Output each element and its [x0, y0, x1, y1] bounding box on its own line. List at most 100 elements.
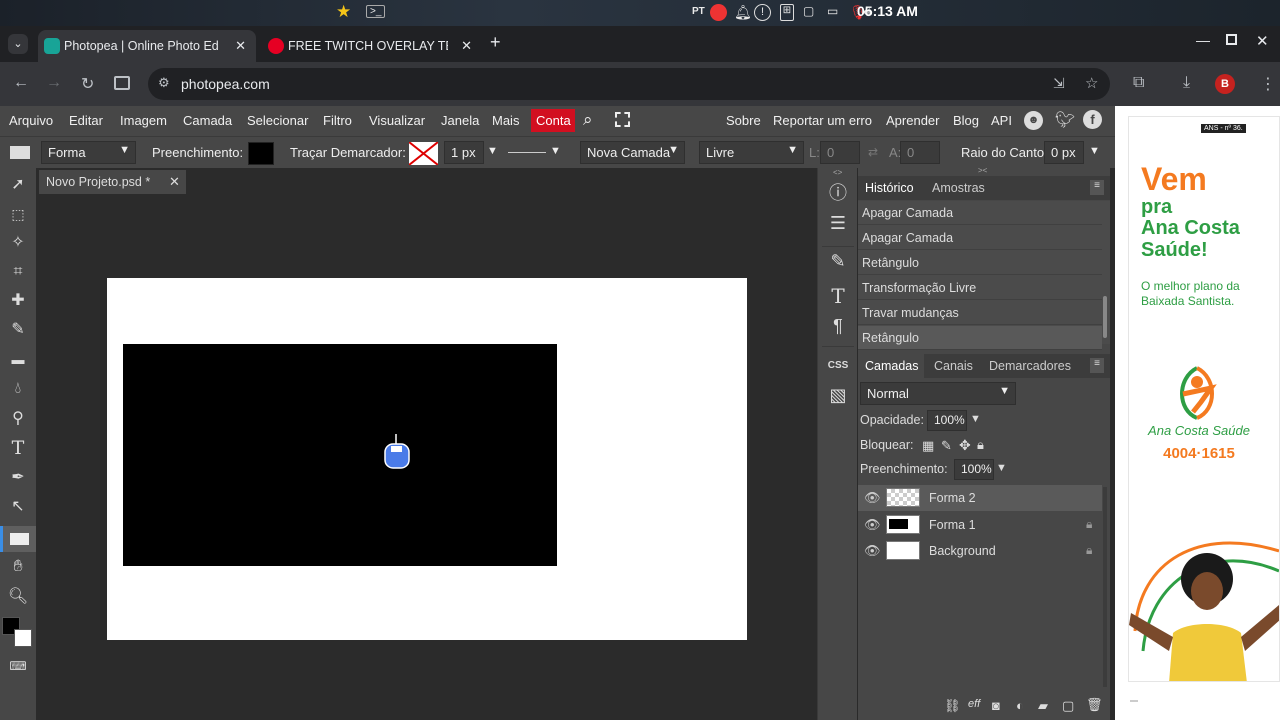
layer-mode-select[interactable]: Nova Camada ▼	[580, 141, 685, 164]
history-item-current[interactable]: Retângulo	[858, 326, 1102, 350]
lock-pixels-icon[interactable]: ✎	[941, 438, 952, 454]
path-select-tool-icon[interactable]: ↖	[7, 496, 29, 518]
lock-position-icon[interactable]: ✥	[959, 437, 971, 454]
dodge-tool-icon[interactable]: ⚲	[7, 408, 29, 430]
menu-janela[interactable]: Janela	[441, 113, 479, 128]
layers-scrollbar[interactable]	[1103, 487, 1107, 687]
marquee-tool-icon[interactable]: ⬚	[7, 203, 29, 225]
menu-api[interactable]: API	[991, 113, 1012, 128]
brush-panel-icon[interactable]: ✎	[826, 249, 850, 273]
install-app-icon[interactable]: ⇲	[1053, 75, 1065, 92]
pen-tool-icon[interactable]: ✒	[7, 467, 29, 489]
language-indicator[interactable]: PT	[692, 6, 705, 17]
healing-brush-tool-icon[interactable]: ✚	[7, 290, 29, 312]
history-item[interactable]: Transformação Livre	[858, 276, 1102, 300]
close-window-icon[interactable]: ✕	[1256, 32, 1269, 50]
menu-sobre[interactable]: Sobre	[726, 113, 761, 128]
tab-amostras[interactable]: Amostras	[932, 181, 985, 195]
link-dimensions-icon[interactable]: ⇄	[868, 145, 878, 159]
maximize-icon[interactable]	[1226, 34, 1237, 45]
history-menu-icon[interactable]: ≡	[1090, 180, 1104, 195]
battery-icon[interactable]: ▭	[827, 4, 838, 18]
fullscreen-icon[interactable]	[615, 112, 630, 127]
corner-radius-input[interactable]: 0 px	[1044, 141, 1084, 164]
trash-icon[interactable]: 🗑︎	[1086, 697, 1103, 713]
back-icon[interactable]: ←	[13, 74, 29, 92]
stroke-swatch[interactable]	[409, 142, 438, 165]
collapse-arrows-icon[interactable]: ><	[978, 166, 987, 175]
account-button[interactable]: Conta	[531, 109, 575, 132]
width-input[interactable]: 0	[820, 141, 860, 164]
browser-menu-icon[interactable]: ⋮	[1260, 74, 1276, 94]
fill-opacity-input[interactable]: 100%	[954, 459, 994, 480]
forward-icon[interactable]: →	[46, 74, 62, 92]
zoom-tool-icon[interactable]: 🔍︎	[7, 586, 29, 608]
menu-reportar-erro[interactable]: Reportar um erro	[773, 113, 872, 128]
layer-row[interactable]: 👁︎ Forma 1 🔒︎	[858, 512, 1102, 538]
menu-visualizar[interactable]: Visualizar	[369, 113, 425, 128]
menu-aprender[interactable]: Aprender	[886, 113, 939, 128]
rectangle-tool-icon[interactable]	[10, 146, 30, 159]
paragraph-panel-icon[interactable]: ¶	[826, 314, 850, 338]
eye-icon[interactable]: 👁︎	[864, 517, 881, 533]
bell-icon[interactable]: 🔔︎	[734, 4, 752, 21]
fill-dropdown-icon[interactable]: ▼	[996, 462, 1007, 474]
lock-transparency-icon[interactable]: ▦	[922, 438, 934, 454]
fill-swatch[interactable]	[248, 142, 274, 165]
menu-selecionar[interactable]: Selecionar	[247, 113, 308, 128]
adjustment-layer-icon[interactable]: ◐	[1016, 698, 1024, 713]
move-tool-icon[interactable]: ➚	[7, 174, 29, 196]
collapse-arrows-icon[interactable]: <>	[833, 168, 842, 177]
close-document-icon[interactable]: ✕	[169, 174, 180, 190]
hand-tool-icon[interactable]: ✋︎	[7, 556, 29, 578]
lock-all-icon[interactable]: 🔒︎	[977, 437, 984, 453]
eye-icon[interactable]: 👁︎	[864, 490, 881, 506]
clipboard-icon[interactable]: ⊞	[780, 4, 794, 21]
canvas-area[interactable]: Novo Projeto.psd * ✕	[36, 168, 817, 720]
search-icon[interactable]: ⌕	[583, 110, 593, 130]
reader-mode-icon[interactable]	[114, 76, 130, 90]
layers-menu-icon[interactable]: ≡	[1090, 358, 1104, 373]
reddit-icon[interactable]: ☻	[1024, 111, 1043, 130]
effects-icon[interactable]: eff	[968, 698, 980, 710]
close-tab-icon[interactable]: ✕	[235, 38, 246, 54]
address-bar[interactable]: ⚙ photopea.com ⇲ ☆	[148, 68, 1110, 100]
twitter-icon[interactable]: 🐦︎	[1055, 110, 1075, 130]
constraint-select[interactable]: Livre ▼	[699, 141, 804, 164]
tab-historico[interactable]: Histórico	[865, 181, 914, 195]
menu-mais[interactable]: Mais	[492, 113, 519, 128]
layer-row[interactable]: 👁︎ Forma 2	[858, 485, 1102, 511]
history-item[interactable]: Travar mudanças	[858, 301, 1102, 325]
blur-tool-icon[interactable]: 💧︎	[7, 378, 29, 400]
facebook-icon[interactable]: f	[1083, 110, 1102, 129]
stroke-width-dropdown-icon[interactable]: ▼	[487, 145, 498, 157]
folder-icon[interactable]: ▰	[1038, 698, 1048, 714]
magic-wand-tool-icon[interactable]: ✧	[7, 232, 29, 254]
tab-demarcadores[interactable]: Demarcadores	[989, 359, 1071, 373]
background-color-swatch[interactable]	[14, 629, 32, 647]
info-panel-icon[interactable]: ⓘ	[826, 181, 850, 205]
star-icon[interactable]: ★	[336, 2, 351, 22]
adjustments-panel-icon[interactable]: ☰	[826, 211, 850, 235]
image-panel-icon[interactable]: ▧	[826, 383, 850, 407]
menu-arquivo[interactable]: Arquivo	[9, 113, 53, 128]
keyboard-icon[interactable]: ⌨	[7, 655, 29, 677]
stroke-style-line[interactable]	[508, 152, 546, 153]
character-panel-icon[interactable]: T	[826, 284, 850, 308]
tab-canais[interactable]: Canais	[934, 359, 973, 373]
new-layer-icon[interactable]: ▢	[1062, 698, 1074, 714]
lock-icon[interactable]: 🔒︎	[1086, 517, 1092, 532]
minimize-icon[interactable]: —	[1196, 32, 1210, 48]
url-text[interactable]: photopea.com	[181, 76, 270, 92]
black-rectangle-shape[interactable]	[123, 344, 557, 566]
type-tool-icon[interactable]: T	[7, 437, 29, 459]
menu-blog[interactable]: Blog	[953, 113, 979, 128]
blend-mode-select[interactable]: Normal ▼	[860, 382, 1016, 405]
history-item[interactable]: Retângulo	[858, 251, 1102, 275]
history-scrollbar[interactable]	[1103, 296, 1107, 338]
rectangle-tool-active[interactable]	[0, 526, 36, 552]
history-item[interactable]: Apagar Camada	[858, 201, 1102, 225]
reload-icon[interactable]: ↻	[81, 74, 94, 94]
mask-icon[interactable]: ◙	[992, 698, 1000, 713]
site-info-icon[interactable]: ⚙	[158, 75, 170, 91]
